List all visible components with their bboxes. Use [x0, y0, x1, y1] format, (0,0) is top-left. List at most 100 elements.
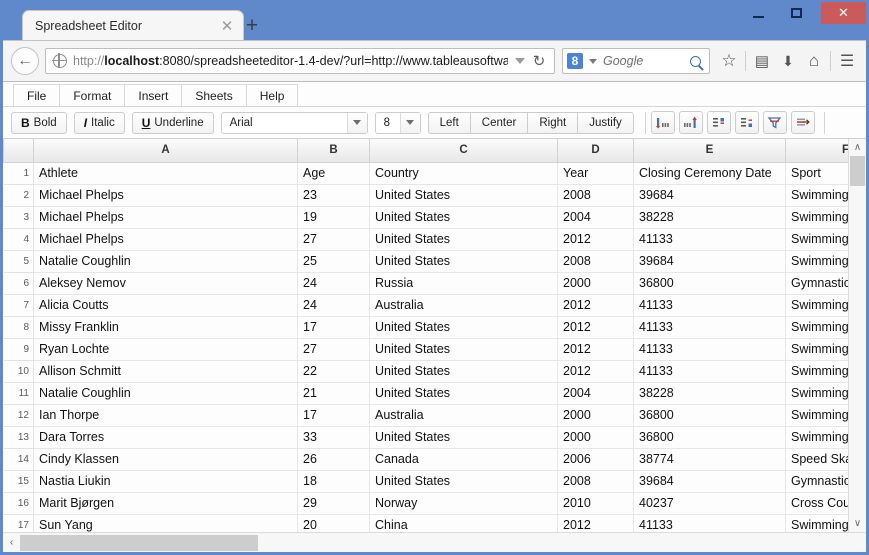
- table-cell[interactable]: 36800: [633, 271, 786, 295]
- table-cell[interactable]: Year: [557, 161, 634, 185]
- table-cell[interactable]: United States: [369, 205, 558, 229]
- table-cell[interactable]: Nastia Liukin: [33, 469, 298, 493]
- table-row[interactable]: 4 Michael Phelps 27 United States 2012 41133 S…: [3, 227, 848, 251]
- new-tab-button[interactable]: +: [240, 15, 264, 40]
- table-cell[interactable]: 2012: [557, 293, 634, 317]
- clear-filter-icon[interactable]: [790, 111, 815, 134]
- align-right-button[interactable]: Right: [527, 111, 579, 134]
- table-cell[interactable]: 2010: [557, 491, 634, 515]
- table-cell[interactable]: Swimming: [785, 293, 848, 317]
- scroll-up-button[interactable]: ∧: [849, 139, 866, 156]
- table-cell[interactable]: 39684: [633, 469, 786, 493]
- table-cell[interactable]: Cindy Klassen: [33, 447, 298, 471]
- table-cell[interactable]: Alicia Coutts: [33, 293, 298, 317]
- table-cell[interactable]: Swimming: [785, 425, 848, 449]
- table-cell[interactable]: 23: [297, 183, 370, 207]
- table-cell[interactable]: Country: [369, 161, 558, 185]
- table-cell[interactable]: Australia: [369, 293, 558, 317]
- search-input[interactable]: Google: [603, 54, 690, 68]
- column-header-d[interactable]: D: [557, 139, 634, 163]
- home-icon[interactable]: ⌂: [801, 48, 827, 74]
- address-bar[interactable]: http://localhost:8080/spreadsheeteditor-…: [45, 48, 555, 74]
- hscroll-track[interactable]: [20, 534, 866, 552]
- table-cell[interactable]: Speed Skating: [785, 447, 848, 471]
- menu-icon[interactable]: ☰: [834, 48, 860, 74]
- indent-increase-icon[interactable]: [706, 111, 731, 134]
- table-cell[interactable]: 41133: [633, 337, 786, 361]
- table-row[interactable]: 10 Allison Schmitt 22 United States 2012 4113…: [3, 359, 848, 383]
- table-cell[interactable]: Age: [297, 161, 370, 185]
- table-cell[interactable]: Swimming: [785, 227, 848, 251]
- table-cell[interactable]: Missy Franklin: [33, 315, 298, 339]
- table-row[interactable]: 7 Alicia Coutts 24 Australia 2012 41133 Swimmi…: [3, 293, 848, 317]
- table-cell[interactable]: 39684: [633, 183, 786, 207]
- chevron-down-icon[interactable]: [346, 112, 367, 133]
- minimize-button[interactable]: [743, 2, 773, 24]
- vscroll-track[interactable]: [849, 156, 866, 515]
- table-cell[interactable]: 2004: [557, 205, 634, 229]
- table-cell[interactable]: Michael Phelps: [33, 227, 298, 251]
- column-header-b[interactable]: B: [297, 139, 370, 163]
- table-cell[interactable]: Ryan Lochte: [33, 337, 298, 361]
- table-cell[interactable]: 2012: [557, 315, 634, 339]
- horizontal-scrollbar[interactable]: ‹: [3, 532, 866, 552]
- menu-item-sheets[interactable]: Sheets: [181, 84, 247, 106]
- table-cell[interactable]: Swimming: [785, 359, 848, 383]
- table-cell[interactable]: United States: [369, 249, 558, 273]
- sort-descending-icon[interactable]: [678, 111, 703, 134]
- table-cell[interactable]: 41133: [633, 359, 786, 383]
- table-cell[interactable]: Sun Yang: [33, 513, 298, 532]
- table-row[interactable]: 6Aleksey Nemov24Russia200036800Gymnastic…: [3, 271, 848, 295]
- row-header[interactable]: 14: [3, 447, 34, 471]
- table-cell[interactable]: 26: [297, 447, 370, 471]
- align-left-button[interactable]: Left: [427, 111, 471, 134]
- column-header-e[interactable]: E: [633, 139, 786, 163]
- row-header[interactable]: 8: [3, 315, 34, 339]
- table-cell[interactable]: 2004: [557, 381, 634, 405]
- table-cell[interactable]: Norway: [369, 491, 558, 515]
- menu-item-file[interactable]: File: [13, 84, 61, 106]
- table-cell[interactable]: Michael Phelps: [33, 205, 298, 229]
- table-cell[interactable]: 2000: [557, 425, 634, 449]
- table-cell[interactable]: 40237: [633, 491, 786, 515]
- table-row[interactable]: 2 Michael Phelps 23 United States 2008 39684 S…: [3, 183, 848, 207]
- table-cell[interactable]: Ian Thorpe: [33, 403, 298, 427]
- bold-button[interactable]: B Bold: [11, 111, 67, 134]
- table-cell[interactable]: 41133: [633, 227, 786, 251]
- row-header[interactable]: 1: [3, 161, 34, 185]
- table-cell[interactable]: Athlete: [33, 161, 298, 185]
- table-row[interactable]: 5 Natalie Coughlin 25 United States 2008 3968…: [3, 249, 848, 273]
- table-cell[interactable]: 27: [297, 227, 370, 251]
- table-cell[interactable]: 27: [297, 337, 370, 361]
- italic-button[interactable]: I Italic: [73, 111, 125, 134]
- table-cell[interactable]: 19: [297, 205, 370, 229]
- grid-viewport[interactable]: A B C D E F 1 Athlete Age Country Year Closin…: [3, 139, 848, 532]
- table-cell[interactable]: Sport: [785, 161, 848, 185]
- search-box[interactable]: 8 Google: [562, 48, 710, 74]
- table-row[interactable]: 3 Michael Phelps 19 United States 2004 38228 S…: [3, 205, 848, 229]
- table-cell[interactable]: 2012: [557, 359, 634, 383]
- column-header-f[interactable]: F: [785, 139, 848, 163]
- scroll-down-button[interactable]: ∨: [849, 515, 866, 532]
- row-header[interactable]: 10: [3, 359, 34, 383]
- vertical-scrollbar[interactable]: ∧ ∨: [848, 139, 866, 532]
- table-cell[interactable]: 38228: [633, 205, 786, 229]
- table-cell[interactable]: 25: [297, 249, 370, 273]
- vscroll-thumb[interactable]: [850, 156, 865, 186]
- indent-decrease-icon[interactable]: [734, 111, 759, 134]
- browser-tab[interactable]: Spreadsheet Editor ✕: [22, 10, 244, 40]
- table-cell[interactable]: 41133: [633, 293, 786, 317]
- table-cell[interactable]: Cross Country Skiing: [785, 491, 848, 515]
- font-size-select[interactable]: 8: [374, 111, 421, 134]
- chevron-down-icon[interactable]: [399, 112, 420, 133]
- table-cell[interactable]: United States: [369, 381, 558, 405]
- scroll-left-button[interactable]: ‹: [3, 534, 20, 552]
- column-header-c[interactable]: C: [369, 139, 558, 163]
- table-cell[interactable]: 2012: [557, 337, 634, 361]
- table-cell[interactable]: Australia: [369, 403, 558, 427]
- table-cell[interactable]: Aleksey Nemov: [33, 271, 298, 295]
- menu-item-insert[interactable]: Insert: [124, 84, 183, 106]
- table-cell[interactable]: 38774: [633, 447, 786, 471]
- table-row[interactable]: 12 Ian Thorpe 17 Australia 2000 36800 Swimming: [3, 403, 848, 427]
- table-cell[interactable]: 22: [297, 359, 370, 383]
